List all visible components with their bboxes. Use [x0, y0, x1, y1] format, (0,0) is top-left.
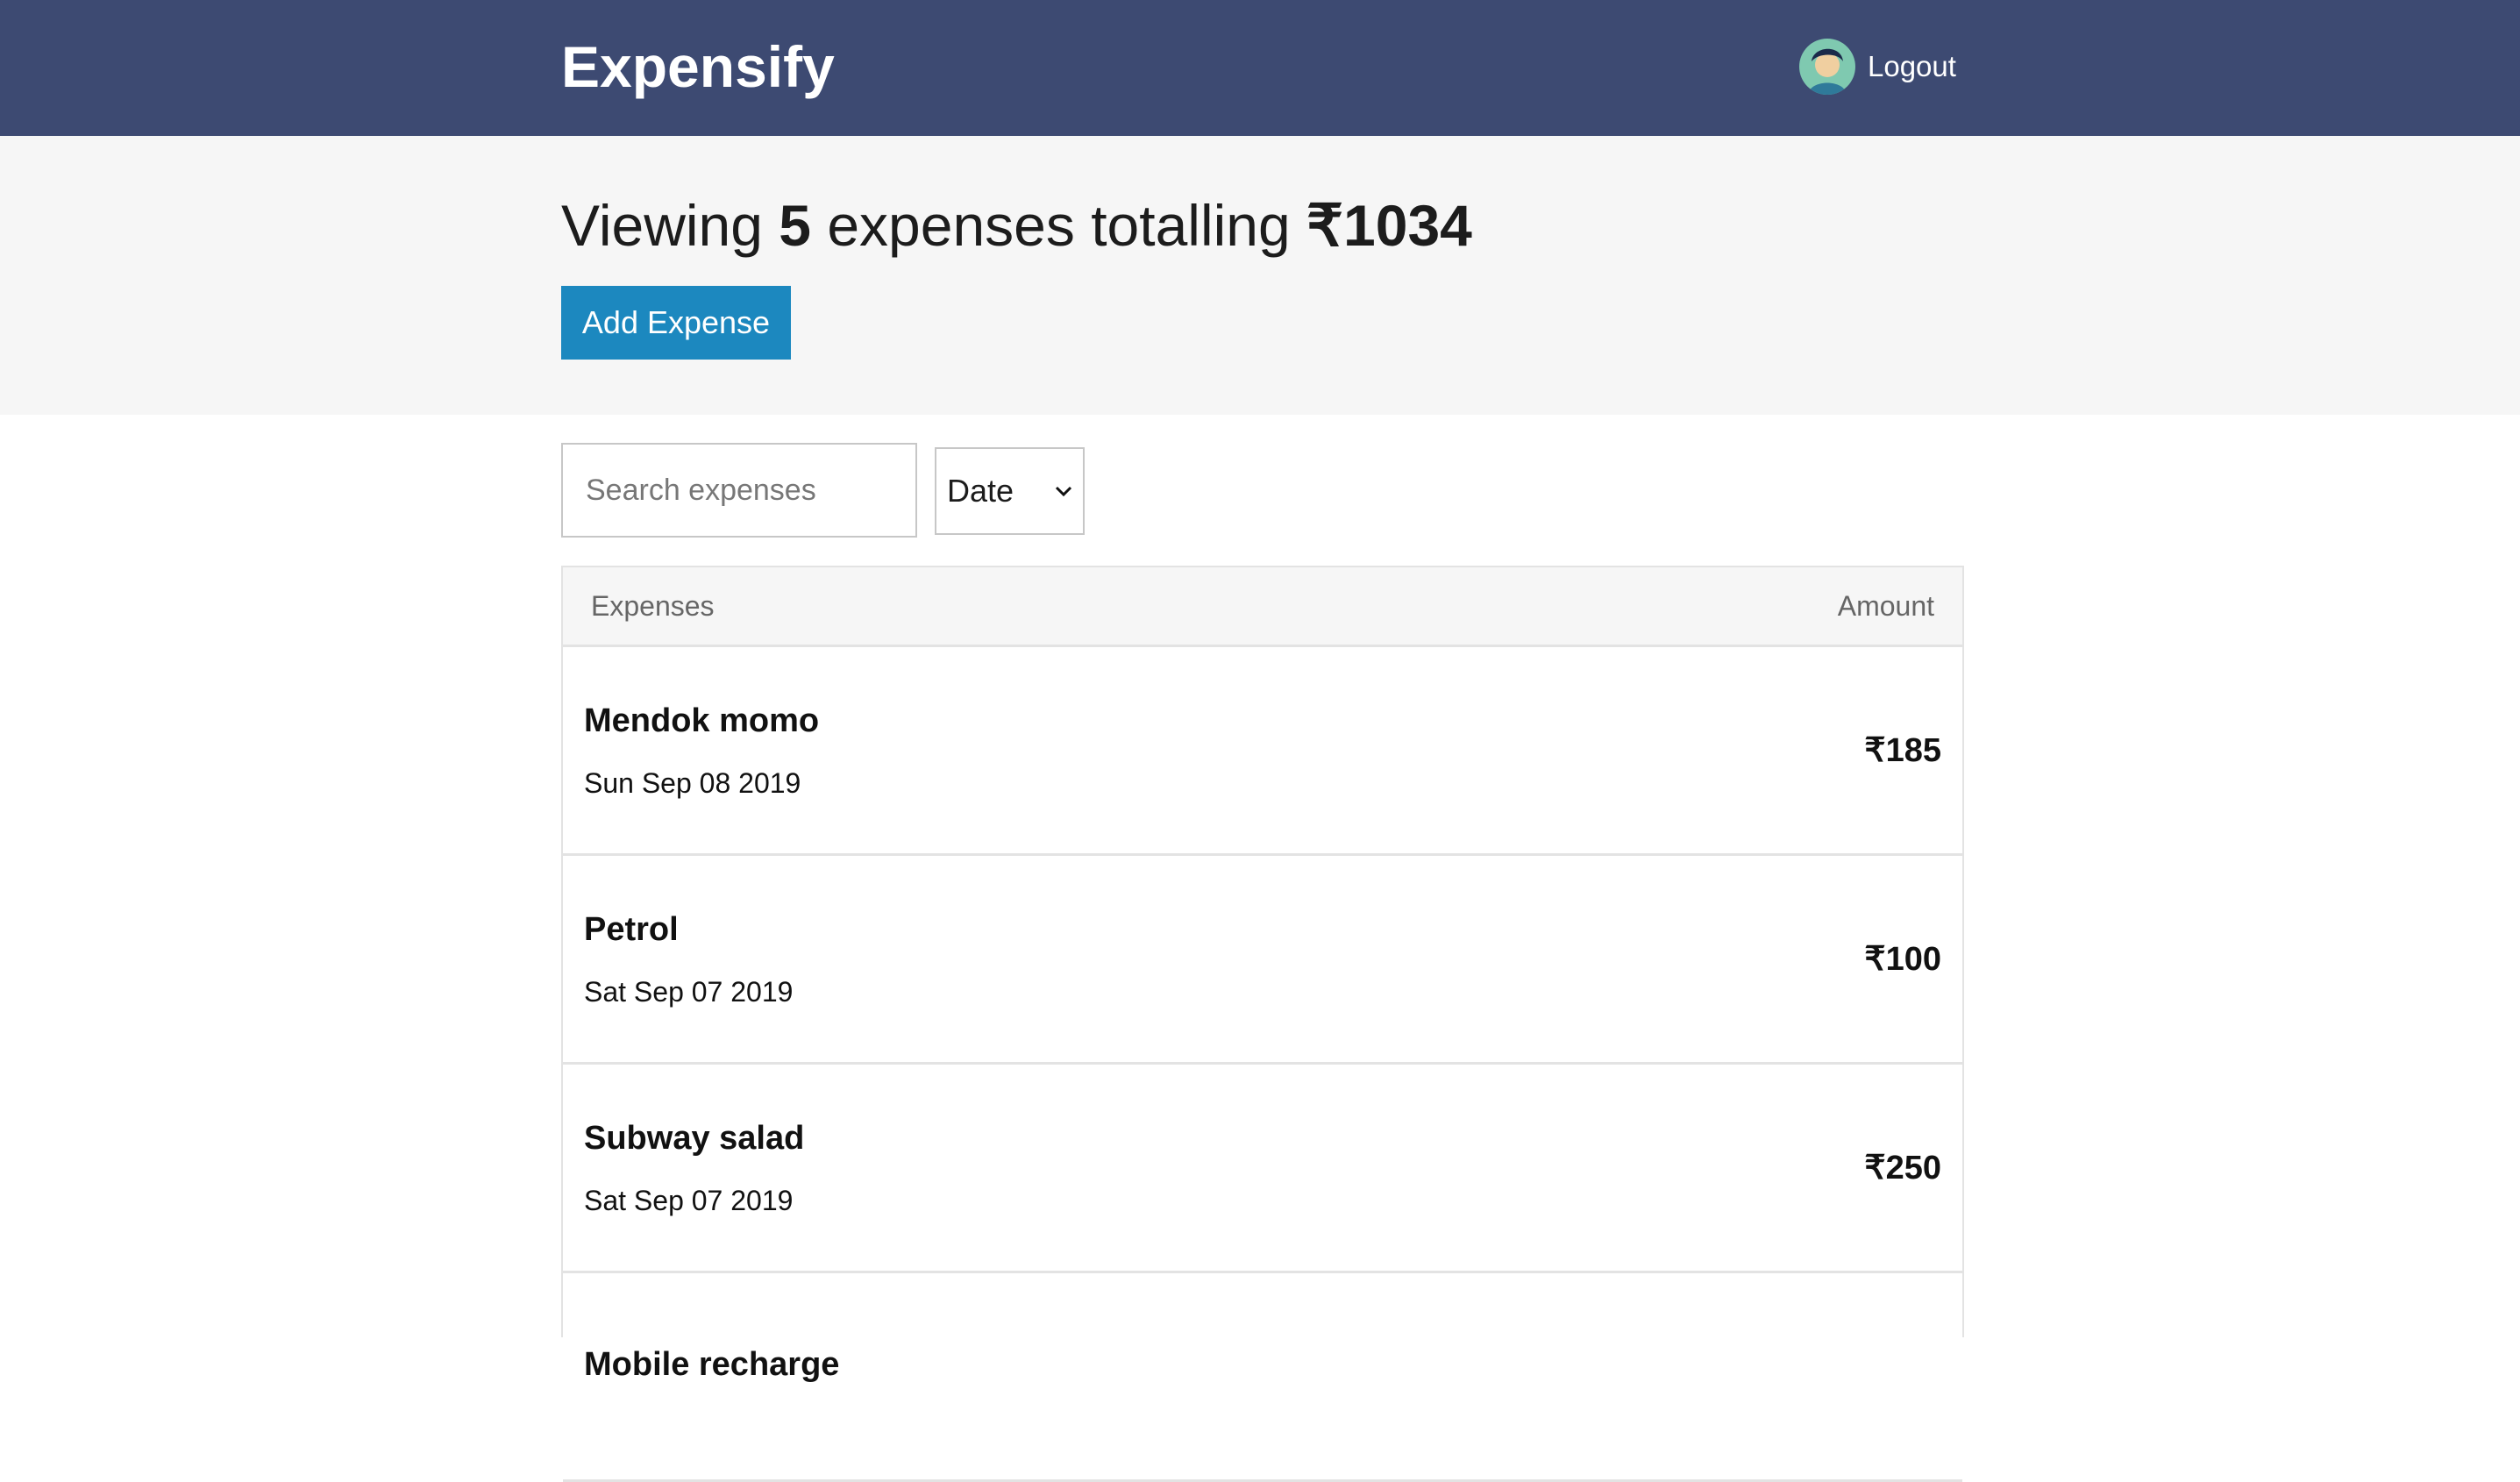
expense-amount: ₹250: [1864, 1150, 1941, 1186]
chevron-down-icon: [1055, 486, 1072, 497]
app-header: Expensify Logout: [0, 0, 2520, 136]
column-header-expenses: Expenses: [591, 589, 715, 622]
expense-table: Expenses Amount Mendok momo Sun Sep 08 2…: [561, 566, 1964, 1482]
expense-count: 5: [779, 193, 811, 258]
expense-title: Petrol: [584, 910, 679, 948]
expense-date: Sat Sep 07 2019: [584, 1184, 794, 1216]
expense-date: Sat Sep 07 2019: [584, 975, 794, 1008]
avatar-icon: [1799, 39, 1855, 95]
summary-prefix: Viewing: [561, 193, 763, 258]
expense-row[interactable]: Mobile recharge: [563, 1273, 1962, 1482]
sort-select-value: Date: [947, 473, 1014, 509]
expense-title: Subway salad: [584, 1119, 805, 1157]
expense-amount: ₹185: [1864, 732, 1941, 769]
brand-title[interactable]: Expensify: [561, 32, 835, 102]
expense-date: Sun Sep 08 2019: [584, 766, 801, 799]
expense-info: Mendok momo Sun Sep 08 2019: [584, 701, 819, 801]
expense-title: Mobile recharge: [584, 1345, 840, 1383]
summary-title: Viewing 5 expenses totalling ₹1034: [561, 190, 1472, 260]
logout-label: Logout: [1868, 50, 1956, 82]
summary-section: Viewing 5 expenses totalling ₹1034 Add E…: [0, 136, 2520, 415]
table-header: Expenses Amount: [563, 567, 1962, 647]
column-header-amount: Amount: [1837, 589, 1934, 622]
expense-info: Petrol Sat Sep 07 2019: [584, 909, 793, 1009]
expense-title: Mendok momo: [584, 702, 820, 739]
expense-row[interactable]: Petrol Sat Sep 07 2019 ₹100: [563, 856, 1962, 1065]
expense-row[interactable]: Mendok momo Sun Sep 08 2019 ₹185: [563, 647, 1962, 856]
expense-info: Mobile recharge: [584, 1344, 839, 1409]
add-expense-button[interactable]: Add Expense: [561, 286, 791, 360]
expense-row[interactable]: Subway salad Sat Sep 07 2019 ₹250: [563, 1065, 1962, 1273]
summary-middle: expenses totalling: [827, 193, 1291, 258]
search-input[interactable]: [561, 443, 917, 538]
sort-select[interactable]: Date: [935, 447, 1085, 535]
expense-amount: ₹100: [1864, 941, 1941, 978]
expense-info: Subway salad Sat Sep 07 2019: [584, 1118, 804, 1218]
logout-button[interactable]: Logout: [1799, 37, 1956, 96]
expense-total: ₹1034: [1306, 193, 1472, 258]
